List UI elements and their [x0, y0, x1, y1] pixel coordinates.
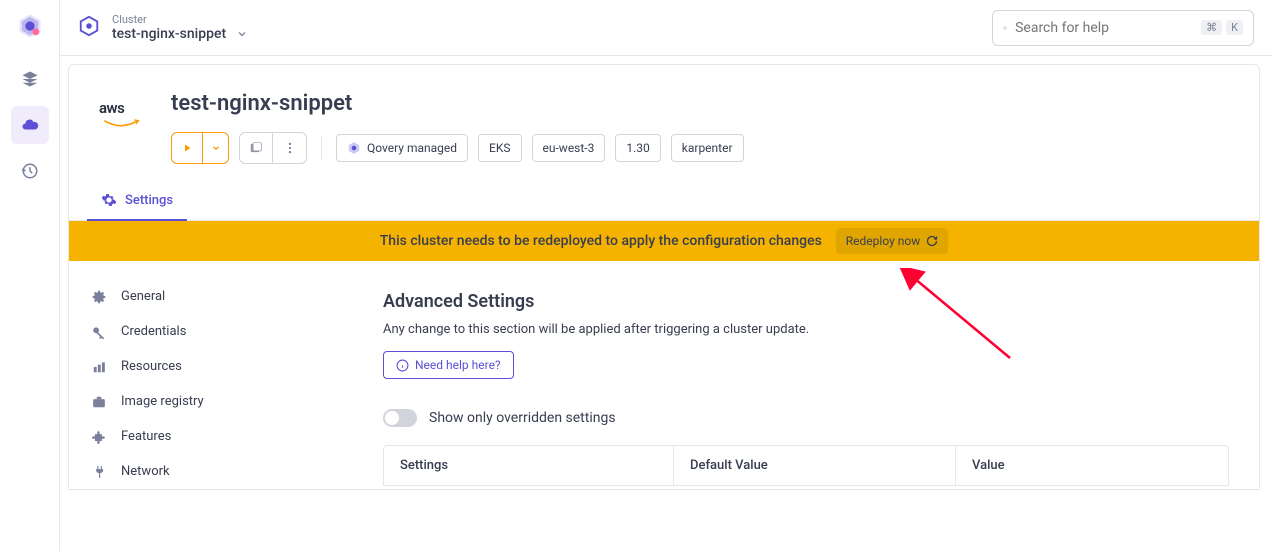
cluster-name: test-nginx-snippet — [112, 26, 226, 42]
table-header: Settings Default Value Value — [384, 446, 1228, 485]
aws-logo: aws — [99, 99, 143, 133]
qovery-icon — [347, 141, 361, 155]
pill-service: EKS — [478, 134, 521, 162]
key-icon — [92, 325, 106, 339]
topbar: Cluster test-nginx-snippet ⌘ K — [60, 0, 1272, 56]
toggle-label: Show only overridden settings — [429, 410, 616, 426]
gear-icon — [101, 192, 117, 208]
chevron-down-icon — [236, 28, 248, 40]
nav-credentials[interactable]: Credentials — [69, 314, 353, 349]
page-title: test-nginx-snippet — [171, 91, 744, 116]
cluster-label: Cluster — [112, 13, 248, 26]
redeploy-now-button[interactable]: Redeploy now — [836, 228, 948, 254]
search-shortcut: ⌘ K — [1201, 20, 1243, 35]
divider — [321, 136, 322, 160]
sidebar-layers-icon[interactable] — [11, 60, 49, 98]
cluster-selector[interactable]: test-nginx-snippet — [112, 26, 248, 42]
info-icon — [396, 359, 409, 372]
nav-resources[interactable]: Resources — [69, 349, 353, 384]
pill-region: eu-west-3 — [532, 134, 606, 162]
pill-version: 1.30 — [615, 134, 660, 162]
chart-icon — [92, 360, 106, 374]
section-title: Advanced Settings — [383, 291, 1229, 312]
logs-button[interactable] — [239, 132, 273, 164]
nav-general[interactable]: General — [69, 279, 353, 314]
briefcase-icon — [92, 395, 106, 409]
settings-table: Settings Default Value Value — [383, 445, 1229, 486]
sidebar-cloud-icon[interactable] — [11, 106, 49, 144]
search-icon — [1003, 20, 1007, 36]
section-desc: Any change to this section will be appli… — [383, 322, 1229, 337]
nav-features[interactable]: Features — [69, 419, 353, 454]
plug-icon — [92, 465, 106, 479]
app-logo[interactable] — [14, 10, 46, 42]
tabs: Settings — [69, 180, 1259, 221]
pill-managed: Qovery managed — [336, 134, 468, 162]
puzzle-icon — [92, 430, 106, 444]
redeploy-banner: This cluster needs to be redeployed to a… — [69, 221, 1259, 261]
nav-network[interactable]: Network — [69, 454, 353, 489]
banner-text: This cluster needs to be redeployed to a… — [380, 233, 822, 249]
sidebar-history-icon[interactable] — [11, 152, 49, 190]
play-button[interactable] — [171, 132, 203, 164]
app-sidebar — [0, 0, 60, 551]
th-value: Value — [956, 446, 1228, 485]
gear-icon — [92, 290, 106, 304]
cluster-header: aws test-nginx-snippet — [69, 65, 1259, 174]
nav-image-registry[interactable]: Image registry — [69, 384, 353, 419]
need-help-button[interactable]: Need help here? — [383, 351, 514, 379]
more-button[interactable] — [273, 132, 307, 164]
settings-body: Advanced Settings Any change to this sec… — [353, 261, 1259, 489]
search-box[interactable]: ⌘ K — [992, 10, 1254, 46]
pill-autoscaler: karpenter — [671, 134, 744, 162]
play-dropdown[interactable] — [203, 132, 229, 164]
settings-nav: General Credentials Resources Image — [69, 261, 353, 489]
tab-settings[interactable]: Settings — [87, 180, 187, 220]
cluster-hex-icon — [78, 15, 100, 41]
search-input[interactable] — [1015, 20, 1193, 36]
th-default: Default Value — [674, 446, 956, 485]
show-overridden-toggle[interactable] — [383, 409, 417, 427]
th-settings: Settings — [384, 446, 674, 485]
refresh-icon — [926, 235, 938, 247]
